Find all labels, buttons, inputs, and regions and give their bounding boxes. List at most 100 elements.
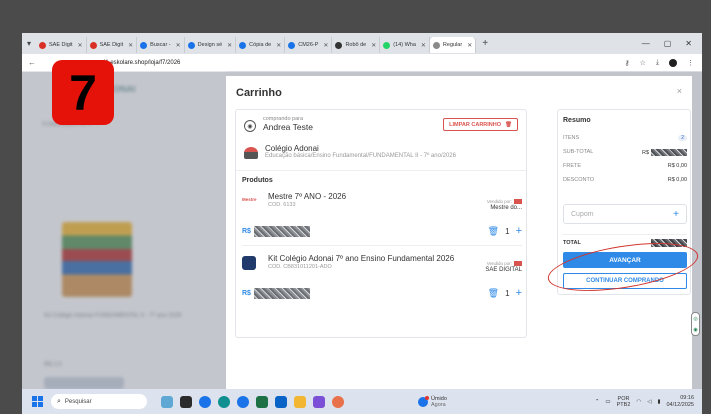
close-window-icon[interactable]: ✕ (685, 39, 692, 48)
continue-shopping-button[interactable]: CONTINUAR COMPRANDO (563, 273, 687, 289)
remove-item-icon[interactable]: 🗑 (488, 288, 499, 299)
school-icon (244, 147, 258, 159)
tab-close-icon[interactable]: ✕ (323, 42, 328, 49)
url-field[interactable]: i1.eskolare.shop/loja/f7/2026 (104, 60, 180, 66)
restore-icon[interactable]: ▢ (664, 39, 672, 48)
tab-favicon-icon (432, 41, 440, 49)
browser-tab[interactable]: Cópia de ✕ (236, 37, 286, 53)
battery-icon[interactable]: ▮ (657, 399, 660, 405)
browser-tab[interactable]: Robô de ✕ (332, 37, 381, 53)
widget-icon: ◎ (693, 315, 698, 322)
photos-icon[interactable] (332, 395, 344, 408)
file-explorer-icon[interactable] (294, 395, 306, 408)
increase-quantity-icon[interactable]: + (516, 225, 522, 237)
clock[interactable]: 09:16 04/12/2025 (666, 395, 694, 409)
close-icon[interactable]: × (677, 86, 682, 96)
back-icon[interactable]: ← (22, 58, 42, 67)
quantity-value: 1 (505, 226, 510, 236)
browser-tab[interactable]: SAE Digit ✕ (36, 37, 87, 53)
download-icon[interactable]: ⤓ (656, 59, 659, 67)
profile-avatar[interactable] (669, 58, 677, 67)
browser-tab-strip: ▾ SAE Digit ✕ SAE Digit ✕ Buscar - ✕ Desig… (22, 33, 702, 54)
widgets-icon[interactable] (161, 395, 173, 408)
coupon-field[interactable]: Cupom + (563, 204, 687, 224)
tab-close-icon[interactable]: ✕ (176, 42, 181, 49)
new-tab-button[interactable]: + (476, 38, 494, 49)
shipping-row: FRETE R$ 0,00 (563, 163, 687, 169)
sae-logo-icon (242, 256, 256, 270)
taskbar-search[interactable]: ⌕ Pesquisar (51, 394, 147, 409)
add-coupon-icon[interactable]: + (673, 209, 679, 220)
sold-by-label: Vendido por: (486, 261, 512, 266)
remove-item-icon[interactable]: 🗑 (488, 226, 499, 237)
bookmark-star-icon[interactable]: ☆ (640, 59, 646, 67)
tab-close-icon[interactable]: ✕ (421, 42, 426, 49)
items-label: ITENS (563, 135, 580, 141)
product-price: R$ (242, 288, 310, 299)
tab-close-icon[interactable]: ✕ (276, 42, 281, 49)
browser-tab[interactable]: SAE Digit ✕ (87, 37, 138, 53)
seller-name: SAE DIGITAL (485, 267, 522, 273)
subtotal-redacted (651, 149, 687, 156)
key-icon[interactable]: ⚷ (624, 59, 629, 67)
chrome-icon[interactable] (199, 395, 211, 408)
task-view-icon[interactable] (180, 395, 192, 408)
shipping-label: FRETE (563, 163, 582, 169)
tab-favicon-icon (239, 41, 247, 49)
toolbar-right: ⚷ ☆ ⤓ ⋮ (624, 58, 702, 67)
increase-quantity-icon[interactable]: + (516, 287, 522, 299)
chrome-profile-icon[interactable] (237, 395, 249, 408)
tab-favicon-icon (187, 41, 195, 49)
divider (236, 170, 526, 171)
side-widget[interactable]: ◎ ◉ (691, 312, 700, 336)
step-number-badge: 7 (52, 60, 114, 125)
tab-close-icon[interactable]: ✕ (227, 42, 232, 49)
windows-start-icon[interactable] (32, 396, 43, 407)
chevron-up-icon[interactable]: ⌃ (595, 399, 600, 405)
outlook-icon[interactable] (275, 395, 287, 408)
browser-tab[interactable]: Design sé ✕ (185, 37, 237, 53)
browser-tab[interactable]: Buscar - ✕ (137, 37, 185, 53)
product-name: Mestre 7º ANO - 2026 (268, 192, 347, 201)
price-currency: R$ (242, 290, 251, 297)
buyer-row: ◉ comprando para Andrea Teste (244, 116, 313, 132)
tab-favicon-icon (383, 41, 391, 49)
tab-close-icon[interactable]: ✕ (467, 42, 472, 49)
minimize-icon[interactable]: — (642, 39, 650, 48)
edge-icon[interactable] (218, 395, 230, 408)
tab-close-icon[interactable]: ✕ (78, 42, 83, 49)
volume-icon[interactable]: ◁ (647, 399, 651, 405)
sold-by-label: Vendido por: (486, 199, 512, 204)
browser-tab-active[interactable]: Regular ✕ (429, 37, 477, 53)
browser-tab[interactable]: CM26-P ✕ (285, 37, 333, 53)
weather-widget[interactable]: Úmido Agora (418, 395, 447, 408)
weather-sub: Agora (431, 401, 446, 408)
tab-favicon-icon (39, 41, 46, 49)
tab-close-icon[interactable]: ✕ (371, 42, 376, 49)
price-redacted (253, 288, 310, 299)
menu-kebab-icon[interactable]: ⋮ (687, 59, 694, 67)
tab-search-icon[interactable]: ▾ (22, 33, 36, 54)
excel-icon[interactable] (256, 395, 268, 408)
network-icon[interactable]: ▭ (605, 399, 610, 405)
seller-logo-icon (514, 199, 522, 205)
school-desc: Educação básica/Ensino Fundamental/FUNDA… (265, 153, 456, 159)
seller-info: Vendido por: Mestre do... (462, 199, 522, 211)
language-indicator[interactable]: POR PTB2 (617, 396, 631, 408)
summary-title: Resumo (563, 117, 591, 124)
system-tray: ⌃ ▭ POR PTB2 ◠ ◁ ▮ 09:16 04/12/2025 (595, 395, 702, 409)
taskbar-apps (161, 395, 344, 408)
browser-tab[interactable]: (14) Wha ✕ (380, 37, 430, 53)
tab-close-icon[interactable]: ✕ (128, 42, 133, 49)
clear-cart-button[interactable]: LIMPAR CARRINHO 🗑 (443, 118, 518, 131)
shipping-value: R$ 0,00 (667, 163, 687, 169)
store-icon[interactable] (313, 395, 325, 408)
advance-button[interactable]: AVANÇAR (563, 252, 687, 268)
total-label: TOTAL (563, 240, 581, 246)
items-row: ITENS 2 (563, 135, 687, 141)
seller-info: Vendido por: SAE DIGITAL (462, 261, 522, 273)
widget-icon: ◉ (693, 326, 698, 333)
cart-item: Kit Colégio Adonai 7º ano Ensino Fundame… (242, 254, 522, 309)
wifi-icon[interactable]: ◠ (636, 399, 641, 405)
discount-row: DESCONTO R$ 0,00 (563, 177, 687, 183)
